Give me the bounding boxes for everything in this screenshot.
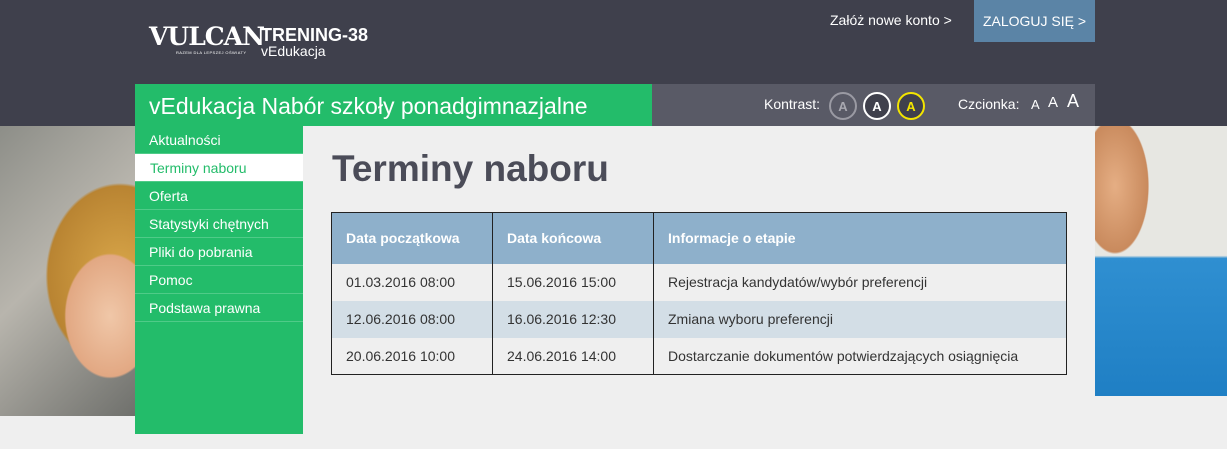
vulcan-logo[interactable]: VULCAN Razem dla lepszej oświaty (149, 22, 265, 56)
background-photo-right (1095, 126, 1227, 396)
module-title: vEdukacja Nabór szkoły ponadgimnazjalne (135, 84, 652, 126)
sidebar-item-aktualnosci[interactable]: Aktualności (135, 126, 303, 154)
contrast-default-button[interactable]: A (829, 92, 857, 120)
background-photo-left (0, 126, 135, 416)
table-header-row: Data początkowa Data końcowa Informacje … (331, 212, 1067, 264)
site-name: TRENING-38 vEdukacja (261, 25, 368, 58)
login-button[interactable]: ZALOGUJ SIĘ > (974, 0, 1095, 42)
site-subtitle: vEdukacja (261, 43, 326, 59)
main-content: Terminy naboru Data początkowa Data końc… (303, 126, 1095, 434)
sidebar-item-pomoc[interactable]: Pomoc (135, 266, 303, 294)
contrast-white-button[interactable]: A (863, 92, 891, 120)
cell-start-date: 20.06.2016 10:00 (331, 337, 493, 375)
logo-wordmark: VULCAN (149, 22, 265, 51)
table-row: 01.03.2016 08:00 15.06.2016 15:00 Rejest… (331, 263, 1067, 301)
sidebar-item-pliki[interactable]: Pliki do pobrania (135, 238, 303, 266)
cell-start-date: 12.06.2016 08:00 (331, 300, 493, 338)
cell-stage-info: Dostarczanie dokumentów potwierdzających… (653, 337, 1067, 375)
cell-stage-info: Rejestracja kandydatów/wybór preferencji (653, 263, 1067, 301)
font-medium-button[interactable]: A (1048, 94, 1058, 111)
cell-stage-info: Zmiana wyboru preferencji (653, 300, 1067, 338)
schedule-table: Data początkowa Data końcowa Informacje … (331, 212, 1067, 375)
site-title: TRENING-38 (261, 25, 369, 45)
cell-end-date: 15.06.2016 15:00 (492, 263, 654, 301)
register-link[interactable]: Załóż nowe konto > (830, 12, 952, 28)
sidebar-item-oferta[interactable]: Oferta (135, 182, 303, 210)
contrast-label: Kontrast: (764, 96, 821, 112)
column-header-start: Data początkowa (331, 212, 493, 264)
title-bar: vEdukacja Nabór szkoły ponadgimnazjalne … (135, 84, 1095, 126)
sidebar-nav: Aktualności Terminy naboru Oferta Statys… (135, 126, 303, 434)
font-large-button[interactable]: A (1067, 91, 1079, 112)
cell-start-date: 01.03.2016 08:00 (331, 263, 493, 301)
table-row: 12.06.2016 08:00 16.06.2016 12:30 Zmiana… (331, 300, 1067, 338)
font-size-label: Czcionka: (958, 96, 1020, 112)
sidebar-item-podstawa-prawna[interactable]: Podstawa prawna (135, 294, 303, 322)
font-small-button[interactable]: A (1031, 97, 1040, 112)
sidebar-item-statystyki[interactable]: Statystyki chętnych (135, 210, 303, 238)
sidebar-item-terminy-naboru[interactable]: Terminy naboru (135, 154, 303, 182)
page-title: Terminy naboru (332, 148, 609, 189)
table-row: 20.06.2016 10:00 24.06.2016 14:00 Dostar… (331, 337, 1067, 375)
cell-end-date: 16.06.2016 12:30 (492, 300, 654, 338)
column-header-end: Data końcowa (492, 212, 654, 264)
cell-end-date: 24.06.2016 14:00 (492, 337, 654, 375)
contrast-yellow-button[interactable]: A (897, 92, 925, 120)
column-header-info: Informacje o etapie (653, 212, 1067, 264)
